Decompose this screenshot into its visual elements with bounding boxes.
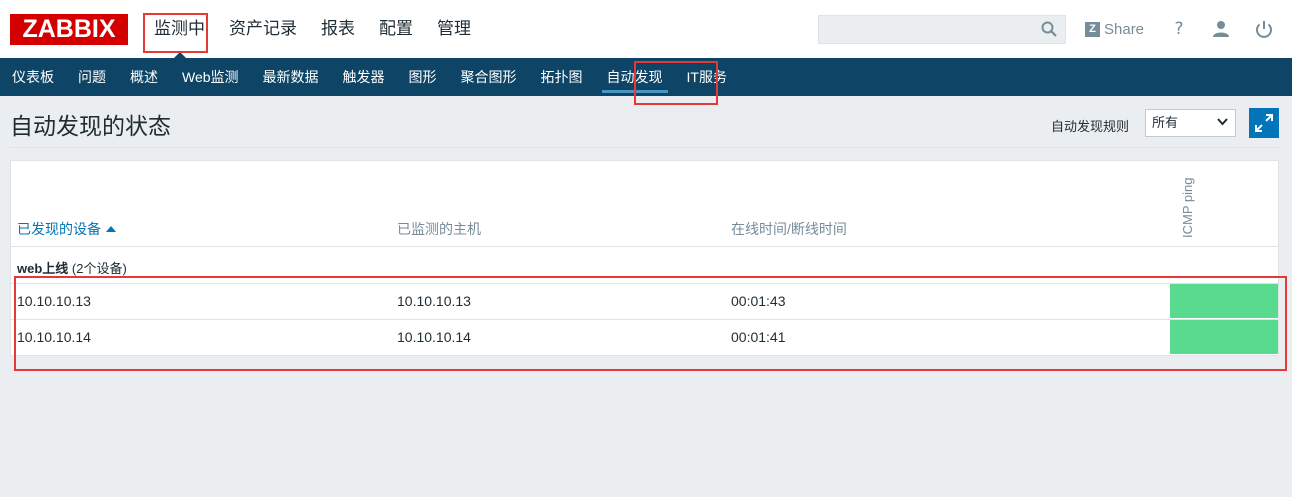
column-header-host: 已监测的主机 [397, 221, 481, 237]
column-header-icmp-ping: ICMP ping [1180, 177, 1195, 238]
header-divider [10, 147, 1279, 148]
sub-nav-screens[interactable]: 聚合图形 [449, 58, 529, 96]
header-divider-line [11, 246, 1278, 247]
column-header-device[interactable]: 已发现的设备 [17, 219, 116, 239]
main-nav-administration[interactable]: 管理 [425, 0, 483, 58]
main-nav-configuration[interactable]: 配置 [367, 0, 425, 58]
sub-nav-triggers[interactable]: 触发器 [331, 58, 397, 96]
highlight-box-discovery [634, 61, 718, 105]
user-icon[interactable] [1210, 18, 1232, 40]
sort-asc-icon [106, 226, 116, 232]
group-name: web上线 [17, 261, 69, 276]
discovery-rule-label: 自动发现规则 [1051, 119, 1130, 134]
share-button[interactable]: Z Share [1085, 19, 1144, 39]
discovery-rule-value: 所有 [1152, 115, 1179, 130]
main-nav-reports[interactable]: 报表 [309, 0, 367, 58]
power-icon[interactable] [1253, 18, 1275, 40]
sub-nav-web[interactable]: Web监测 [170, 58, 251, 96]
sub-nav-maps[interactable]: 拓扑图 [529, 58, 595, 96]
search-icon[interactable] [1041, 21, 1057, 37]
column-header-device-label: 已发现的设备 [17, 221, 101, 237]
column-header-uptime: 在线时间/断线时间 [731, 221, 847, 237]
share-icon: Z [1085, 21, 1100, 37]
sub-nav-dashboard[interactable]: 仪表板 [0, 58, 66, 96]
highlight-box-rows [14, 276, 1287, 371]
group-count: (2个设备) [71, 261, 127, 276]
sub-nav-overview[interactable]: 概述 [118, 58, 170, 96]
sub-nav-latest-data[interactable]: 最新数据 [251, 58, 331, 96]
fullscreen-button[interactable] [1249, 108, 1279, 138]
highlight-box-monitoring [143, 13, 208, 53]
discovery-rule-select[interactable]: 所有 [1145, 109, 1236, 137]
group-row: web上线 (2个设备) [17, 258, 127, 277]
share-label: Share [1104, 20, 1145, 38]
sub-nav-graphs[interactable]: 图形 [397, 58, 449, 96]
chevron-down-icon [1217, 118, 1228, 126]
zabbix-logo[interactable]: ZABBIX [10, 14, 128, 45]
fullscreen-icon [1255, 114, 1273, 132]
help-icon[interactable]: ? [1168, 18, 1190, 40]
page-title: 自动发现的状态 [10, 113, 171, 139]
search-input[interactable] [818, 15, 1066, 44]
sub-nav-problems[interactable]: 问题 [66, 58, 118, 96]
main-nav-inventory[interactable]: 资产记录 [217, 0, 309, 58]
